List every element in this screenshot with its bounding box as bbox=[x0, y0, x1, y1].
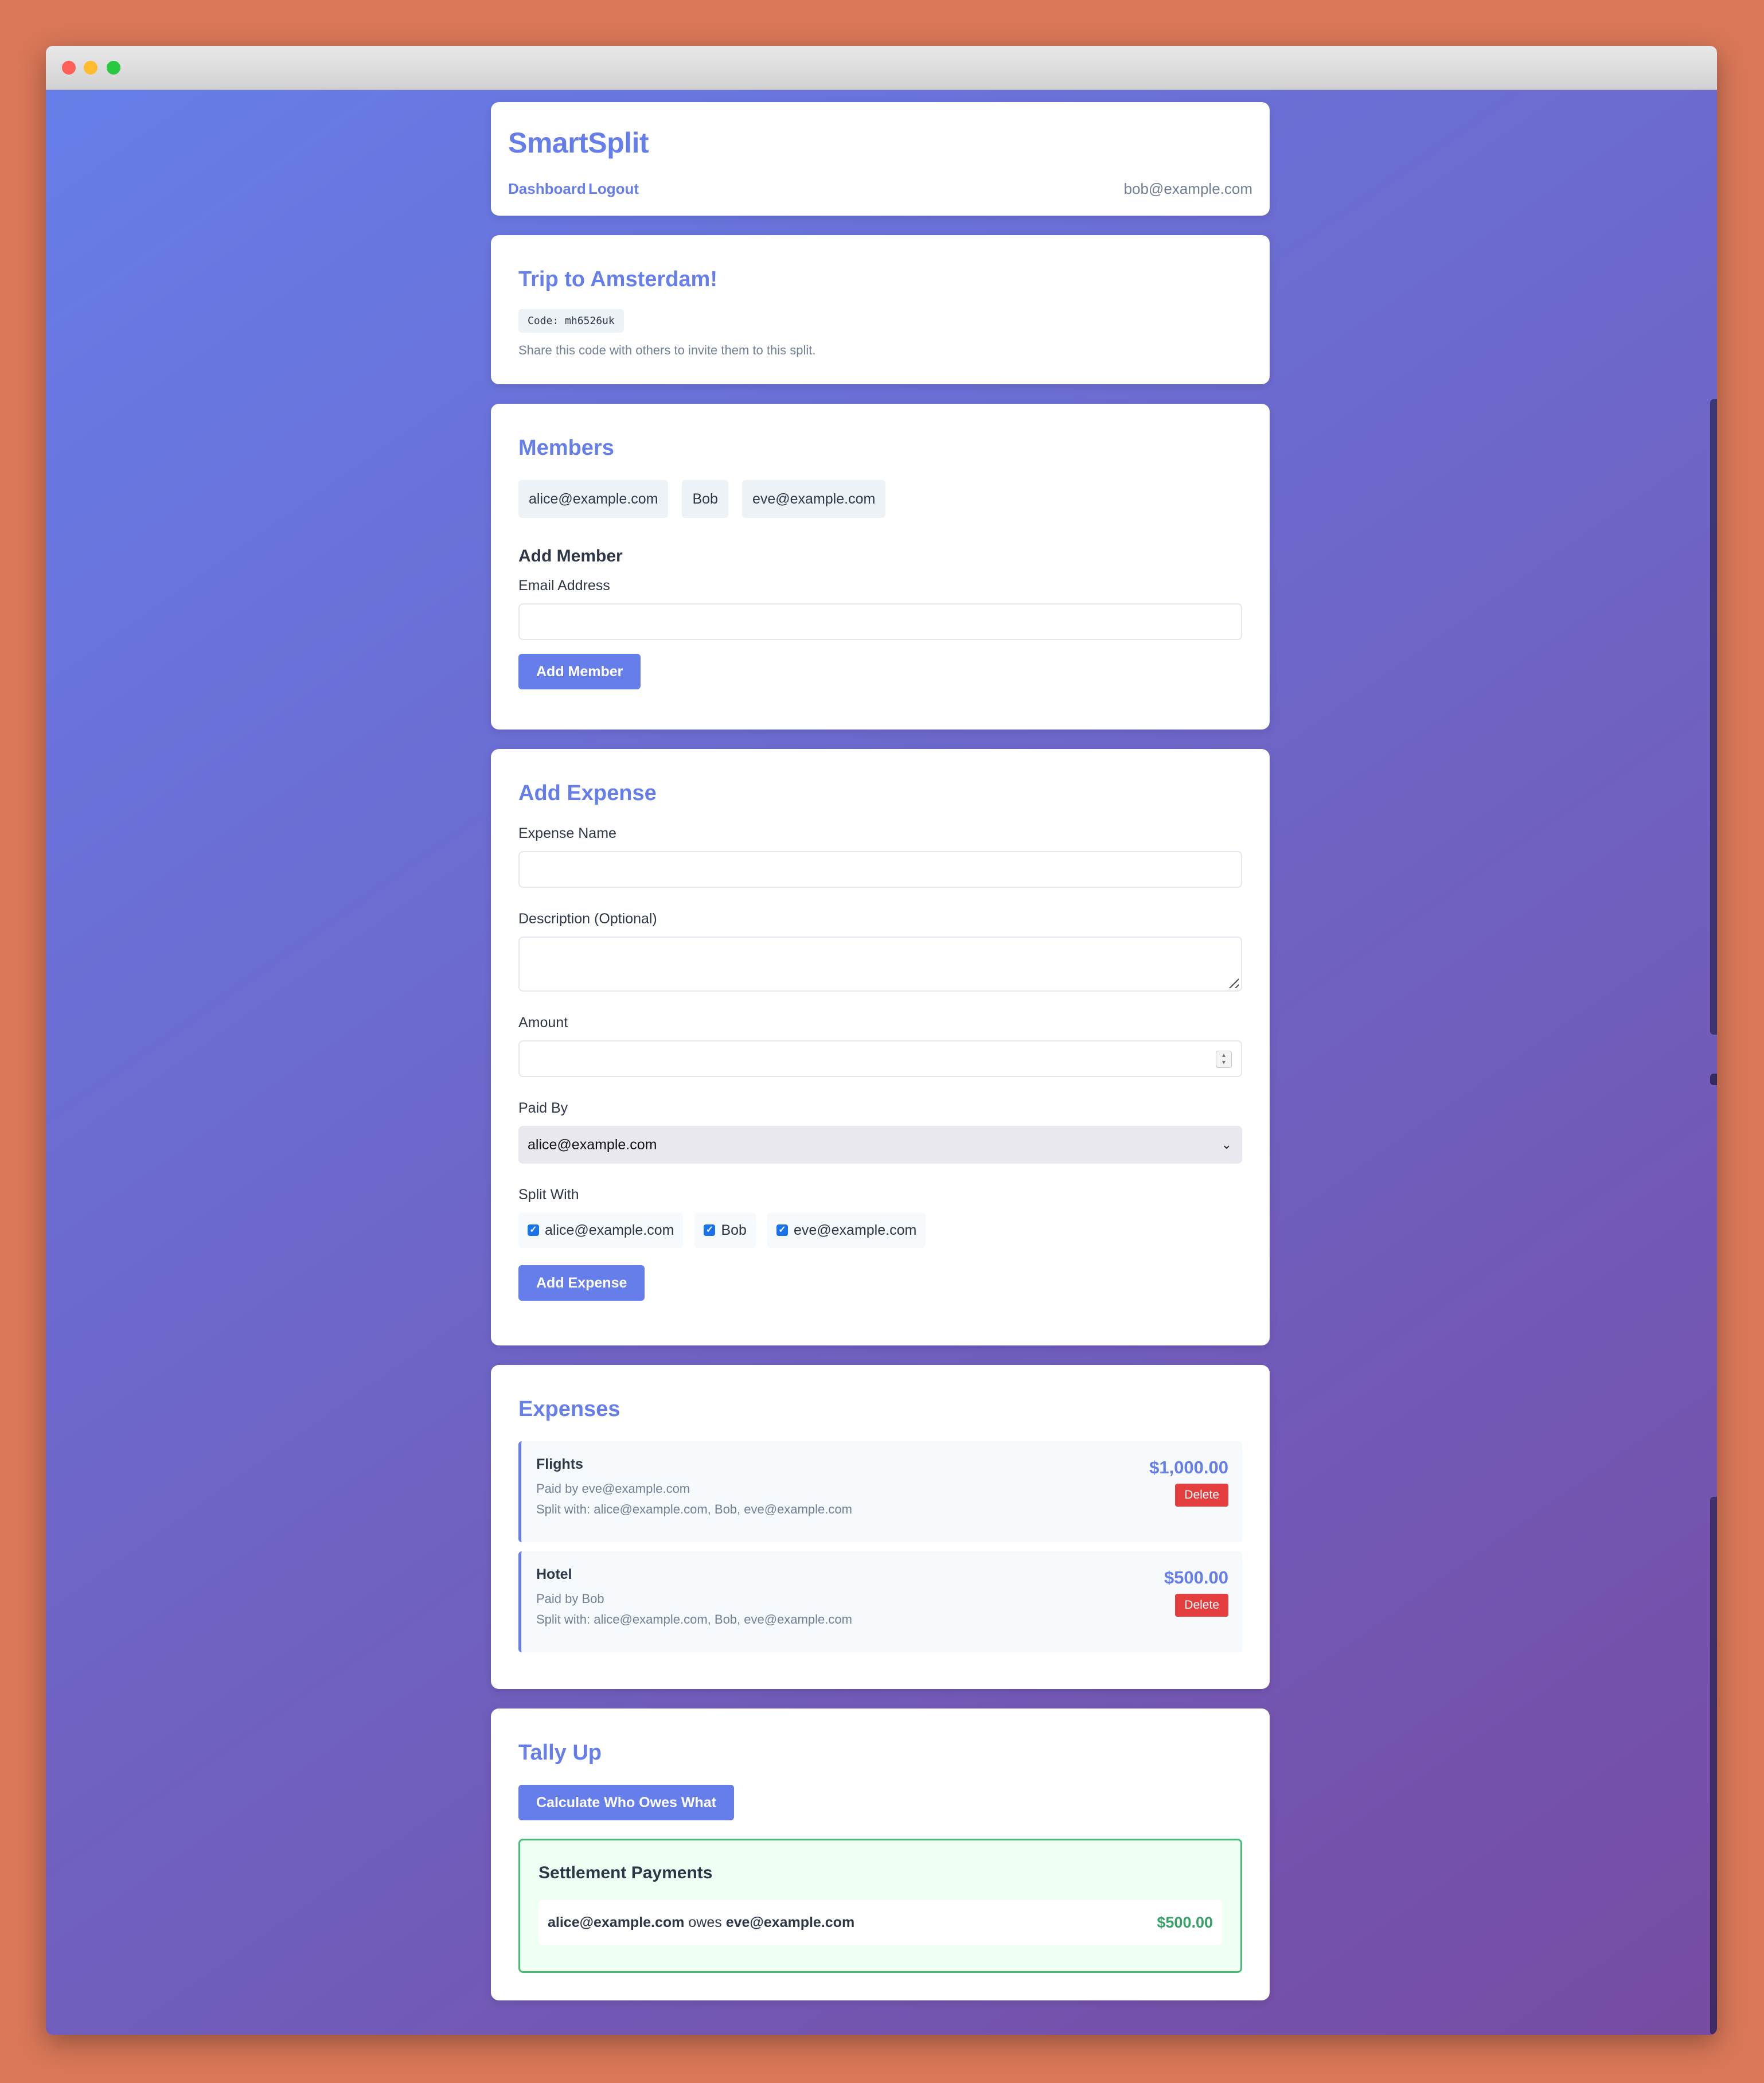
delete-expense-button[interactable]: Delete bbox=[1175, 1484, 1228, 1507]
amount-input[interactable]: ▴ ▾ bbox=[518, 1040, 1242, 1077]
expense-amount: $1,000.00 bbox=[1149, 1457, 1228, 1477]
add-expense-card: Add Expense Expense Name Description (Op… bbox=[491, 749, 1270, 1345]
paid-by-label: Paid By bbox=[518, 1100, 568, 1116]
expense-item: Flights Paid by eve@example.com Split wi… bbox=[518, 1441, 1242, 1542]
expenses-card: Expenses Flights Paid by eve@example.com… bbox=[491, 1365, 1270, 1689]
members-card: Members alice@example.com Bob eve@exampl… bbox=[491, 404, 1270, 730]
split-title: Trip to Amsterdam! bbox=[518, 267, 717, 291]
brand-logo[interactable]: SmartSplit bbox=[508, 126, 649, 159]
expense-name: Hotel bbox=[536, 1566, 572, 1582]
maximize-window-icon[interactable] bbox=[107, 61, 120, 75]
tally-title: Tally Up bbox=[518, 1741, 602, 1765]
split-with-option-label: Bob bbox=[721, 1222, 747, 1238]
members-title: Members bbox=[518, 436, 614, 460]
checked-checkbox-icon[interactable]: ✓ bbox=[776, 1224, 788, 1236]
scrollbar-track[interactable] bbox=[1710, 1497, 1717, 2035]
expense-name: Flights bbox=[536, 1456, 583, 1472]
close-window-icon[interactable] bbox=[62, 61, 76, 75]
nav-logout-link[interactable]: Logout bbox=[588, 180, 639, 198]
checked-checkbox-icon[interactable]: ✓ bbox=[528, 1224, 539, 1236]
window-titlebar bbox=[46, 46, 1717, 90]
page-content: SmartSplit Dashboard Logout bob@example.… bbox=[491, 102, 1270, 2020]
settlement-amount: $500.00 bbox=[1157, 1913, 1213, 1931]
split-with-options: ✓ alice@example.com ✓ Bob ✓ eve@example.… bbox=[518, 1212, 1242, 1248]
minimize-window-icon[interactable] bbox=[84, 61, 97, 75]
split-with-option[interactable]: ✓ eve@example.com bbox=[767, 1212, 926, 1248]
current-user-email: bob@example.com bbox=[1123, 180, 1252, 197]
delete-expense-button[interactable]: Delete bbox=[1175, 1594, 1228, 1617]
add-expense-title: Add Expense bbox=[518, 781, 657, 805]
add-member-heading: Add Member bbox=[518, 547, 623, 565]
paid-by-select[interactable]: alice@example.com ⌄ bbox=[518, 1126, 1242, 1164]
settlement-description: alice@example.com owes eve@example.com bbox=[548, 1914, 854, 1931]
browser-window: SmartSplit Dashboard Logout bob@example.… bbox=[46, 46, 1717, 2035]
settlement-title: Settlement Payments bbox=[538, 1863, 713, 1882]
member-email-input[interactable] bbox=[518, 603, 1242, 640]
member-chip: eve@example.com bbox=[741, 480, 886, 518]
member-list: alice@example.com Bob eve@example.com bbox=[518, 480, 1242, 518]
expense-name-label: Expense Name bbox=[518, 825, 616, 841]
scrollbar-thumb[interactable] bbox=[1710, 1074, 1717, 1085]
calculate-button[interactable]: Calculate Who Owes What bbox=[518, 1785, 734, 1820]
payer-email: alice@example.com bbox=[548, 1914, 685, 1930]
expense-item: Hotel Paid by Bob Split with: alice@exam… bbox=[518, 1551, 1242, 1652]
description-textarea[interactable] bbox=[518, 937, 1242, 992]
split-with-option-label: alice@example.com bbox=[545, 1222, 674, 1238]
member-chip: Bob bbox=[682, 480, 728, 518]
amount-label: Amount bbox=[518, 1015, 568, 1031]
expense-amount: $500.00 bbox=[1164, 1567, 1228, 1587]
tally-card: Tally Up Calculate Who Owes What Settlem… bbox=[491, 1708, 1270, 2000]
number-spinner-icon[interactable]: ▴ ▾ bbox=[1216, 1051, 1232, 1068]
share-hint-text: Share this code with others to invite th… bbox=[518, 343, 816, 357]
payee-email: eve@example.com bbox=[725, 1914, 855, 1930]
split-with-option[interactable]: ✓ Bob bbox=[694, 1212, 756, 1248]
expense-name-input[interactable] bbox=[518, 851, 1242, 888]
checked-checkbox-icon[interactable]: ✓ bbox=[704, 1224, 716, 1236]
split-with-option[interactable]: ✓ alice@example.com bbox=[518, 1212, 684, 1248]
nav-dashboard-link[interactable]: Dashboard bbox=[508, 180, 586, 198]
split-info-card: Trip to Amsterdam! Code: mh6526uk Share … bbox=[491, 235, 1270, 384]
description-label: Description (Optional) bbox=[518, 911, 657, 927]
scrollbar-track[interactable] bbox=[1710, 399, 1717, 1035]
settlement-row: alice@example.com owes eve@example.com $… bbox=[538, 1900, 1222, 1945]
settlement-panel: Settlement Payments alice@example.com ow… bbox=[518, 1839, 1242, 1973]
app-header: SmartSplit Dashboard Logout bob@example.… bbox=[491, 102, 1270, 216]
expense-split-with: Split with: alice@example.com, Bob, eve@… bbox=[536, 1502, 852, 1516]
split-with-label: Split With bbox=[518, 1187, 579, 1203]
add-member-button[interactable]: Add Member bbox=[518, 654, 641, 689]
expense-paid-by: Paid by eve@example.com bbox=[536, 1481, 690, 1496]
split-with-option-label: eve@example.com bbox=[793, 1222, 917, 1238]
add-expense-button[interactable]: Add Expense bbox=[518, 1265, 645, 1301]
member-chip: alice@example.com bbox=[518, 480, 669, 518]
chevron-down-icon: ⌄ bbox=[1221, 1137, 1232, 1152]
paid-by-selected-value: alice@example.com bbox=[528, 1137, 657, 1153]
email-address-label: Email Address bbox=[518, 578, 610, 594]
resize-grip-icon[interactable] bbox=[1226, 976, 1239, 988]
expense-split-with: Split with: alice@example.com, Bob, eve@… bbox=[536, 1612, 852, 1626]
invite-code-badge[interactable]: Code: mh6526uk bbox=[518, 309, 624, 333]
owes-text: owes bbox=[688, 1914, 722, 1930]
expense-paid-by: Paid by Bob bbox=[536, 1591, 604, 1606]
expenses-title: Expenses bbox=[518, 1397, 620, 1421]
